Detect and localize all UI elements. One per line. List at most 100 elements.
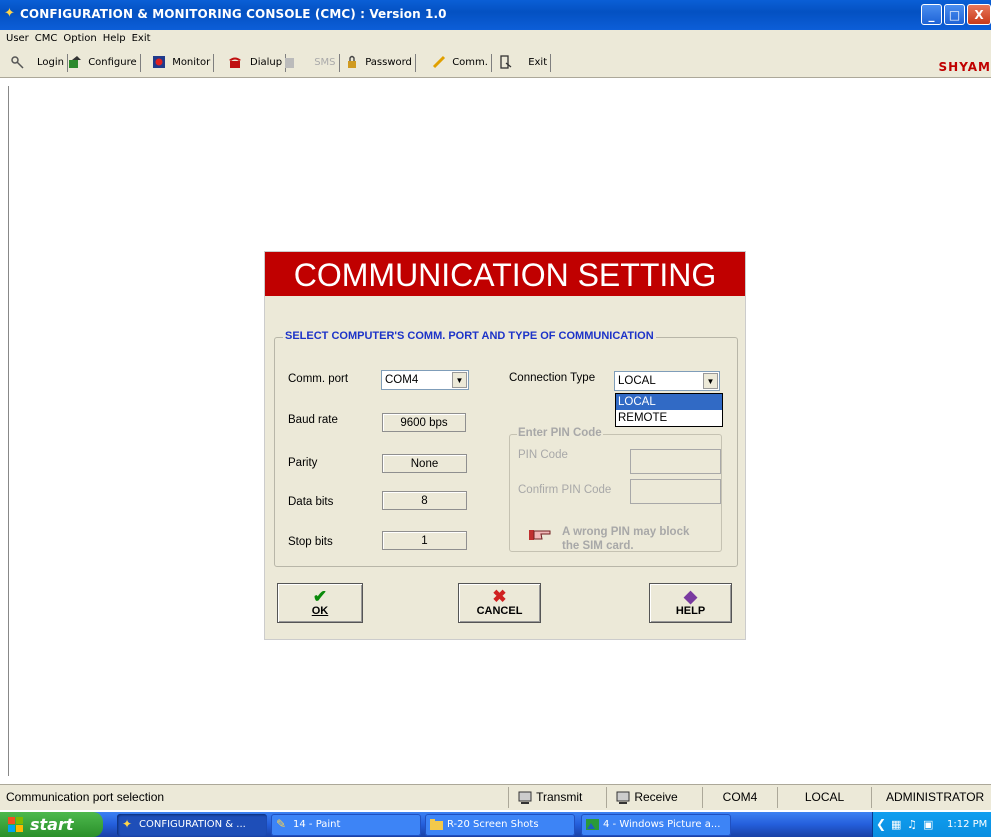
- status-port: COM4: [702, 787, 777, 808]
- help-label: HELP: [675, 605, 706, 617]
- connection-type-value: LOCAL: [618, 375, 656, 387]
- start-label: start: [30, 815, 74, 834]
- maximize-button[interactable]: □: [944, 4, 965, 25]
- system-tray: ❮ ▦ ♫ ▣ 1:12 PM: [872, 812, 991, 837]
- menu-help[interactable]: Help: [103, 30, 126, 47]
- data-bits-label: Data bits: [288, 496, 334, 508]
- pin-code-input: [630, 449, 721, 474]
- taskbar-item-cmc[interactable]: ✦ CONFIGURATION & ...: [117, 814, 267, 836]
- pin-group-title: Enter PIN Code: [517, 427, 603, 439]
- pin-group: Enter PIN Code PIN Code Confirm PIN Code…: [509, 427, 722, 552]
- phone-icon: [229, 57, 241, 68]
- network-icon[interactable]: ▦: [891, 812, 901, 837]
- cancel-icon: ✖: [492, 587, 507, 606]
- exit-button[interactable]: Exit: [525, 54, 552, 72]
- receive-label: Receive: [634, 790, 678, 804]
- lock-icon: [348, 55, 356, 68]
- pin-warning-line2: the SIM card.: [562, 540, 634, 552]
- dialup-button[interactable]: Dialup: [247, 54, 287, 72]
- receive-indicator: Receive: [606, 787, 702, 808]
- comm-tool[interactable]: Comm.: [432, 54, 492, 72]
- app-icon: ✦: [4, 6, 15, 21]
- option-remote[interactable]: REMOTE: [616, 410, 722, 426]
- paint-icon: ✎: [276, 817, 287, 831]
- taskbar-item-folder[interactable]: R-20 Screen Shots: [425, 814, 575, 836]
- dialup-wrap: Dialup: [247, 54, 287, 72]
- comm-button[interactable]: Comm.: [449, 54, 492, 72]
- toolbar: Login Configure Monitor Dialup SMS Passw…: [0, 47, 991, 78]
- monitor-icon: [153, 56, 165, 68]
- chevron-down-icon[interactable]: ▼: [703, 373, 718, 389]
- login-tool-label-wrap: Login: [34, 54, 68, 72]
- taskbar-item-paint[interactable]: ✎ 14 - Paint: [271, 814, 421, 836]
- monitor-button[interactable]: Monitor: [169, 54, 215, 72]
- status-bar: Communication port selection Transmit Re…: [0, 784, 991, 810]
- connection-type-label: Connection Type: [509, 372, 596, 384]
- taskbar-item-label: 14 - Paint: [293, 819, 341, 830]
- comm-port-select[interactable]: COM4 ▼: [381, 370, 469, 390]
- configure-icon: [69, 56, 81, 68]
- pin-warning-line1: A wrong PIN may block: [562, 526, 690, 538]
- baud-rate-field: 9600 bps: [382, 413, 466, 432]
- menu-user[interactable]: User: [6, 30, 29, 47]
- chevron-down-icon[interactable]: ▼: [452, 372, 467, 388]
- windows-logo-icon: [8, 817, 23, 832]
- taskbar: start ✦ CONFIGURATION & ... ✎ 14 - Paint…: [0, 812, 991, 837]
- pin-code-label: PIN Code: [518, 449, 568, 461]
- monitor-tray-icon[interactable]: ▣: [923, 812, 933, 837]
- connection-type-select[interactable]: LOCAL ▼: [614, 371, 720, 391]
- status-message: Communication port selection: [6, 790, 165, 804]
- help-button[interactable]: ◆ HELP: [649, 583, 732, 623]
- parity-field: None: [382, 454, 467, 473]
- menu-bar: User CMC Option Help Exit: [0, 30, 991, 47]
- menu-option[interactable]: Option: [63, 30, 96, 47]
- status-user: ADMINISTRATOR: [871, 787, 991, 808]
- confirm-pin-label: Confirm PIN Code: [518, 484, 612, 496]
- password-tool[interactable]: Password: [345, 54, 416, 72]
- volume-icon[interactable]: ♫: [907, 812, 917, 837]
- taskbar-item-label: R-20 Screen Shots: [447, 819, 539, 830]
- exit-tool[interactable]: Exit: [498, 54, 552, 72]
- data-bits-field: 8: [382, 491, 467, 510]
- option-local[interactable]: LOCAL: [616, 394, 722, 410]
- minimize-button[interactable]: _: [921, 4, 942, 25]
- taskbar-item-picture-viewer[interactable]: 4 - Windows Picture a...: [581, 814, 731, 836]
- status-connection: LOCAL: [777, 787, 871, 808]
- window-title: CONFIGURATION & MONITORING CONSOLE (CMC)…: [20, 7, 447, 21]
- monitor-tool[interactable]: Monitor: [152, 54, 215, 72]
- login-tool[interactable]: [10, 54, 24, 72]
- phone-tool[interactable]: [228, 54, 242, 72]
- ok-label: OK: [311, 605, 329, 617]
- menu-exit[interactable]: Exit: [132, 30, 151, 47]
- comm-port-label: Comm. port: [288, 373, 349, 385]
- close-button[interactable]: X: [967, 4, 991, 25]
- sms-icon: [285, 58, 294, 68]
- folder-icon: [430, 819, 443, 830]
- taskbar-item-label: CONFIGURATION & ...: [139, 819, 246, 830]
- configure-button[interactable]: Configure: [85, 54, 141, 72]
- key-icon: [11, 56, 24, 69]
- communication-setting-dialog: COMMUNICATION SETTING SELECT COMPUTER'S …: [265, 252, 745, 639]
- pencil-icon: [432, 55, 446, 69]
- comm-port-value: COM4: [385, 374, 419, 386]
- comm-group: SELECT COMPUTER'S COMM. PORT AND TYPE OF…: [274, 330, 738, 567]
- clock: 1:12 PM: [947, 819, 988, 830]
- chevron-left-icon[interactable]: ❮: [876, 812, 886, 837]
- app-icon: ✦: [122, 817, 133, 831]
- start-button[interactable]: start: [0, 812, 103, 837]
- ok-button[interactable]: ✔ OK: [277, 583, 363, 623]
- password-button[interactable]: Password: [362, 54, 416, 72]
- cancel-button[interactable]: ✖ CANCEL: [458, 583, 541, 623]
- stop-bits-field: 1: [382, 531, 467, 550]
- sms-button: SMS: [311, 54, 340, 72]
- door-exit-icon: [500, 55, 512, 69]
- configure-tool[interactable]: Configure: [68, 54, 141, 72]
- login-button[interactable]: Login: [34, 54, 68, 72]
- computer-icon: [518, 791, 532, 804]
- menu-cmc[interactable]: CMC: [35, 30, 58, 47]
- stop-bits-label: Stop bits: [288, 536, 333, 548]
- taskbar-item-label: 4 - Windows Picture a...: [603, 819, 721, 830]
- title-bar: ✦ CONFIGURATION & MONITORING CONSOLE (CM…: [0, 0, 991, 30]
- cancel-label: CANCEL: [476, 605, 523, 617]
- help-book-icon: ◆: [683, 587, 698, 606]
